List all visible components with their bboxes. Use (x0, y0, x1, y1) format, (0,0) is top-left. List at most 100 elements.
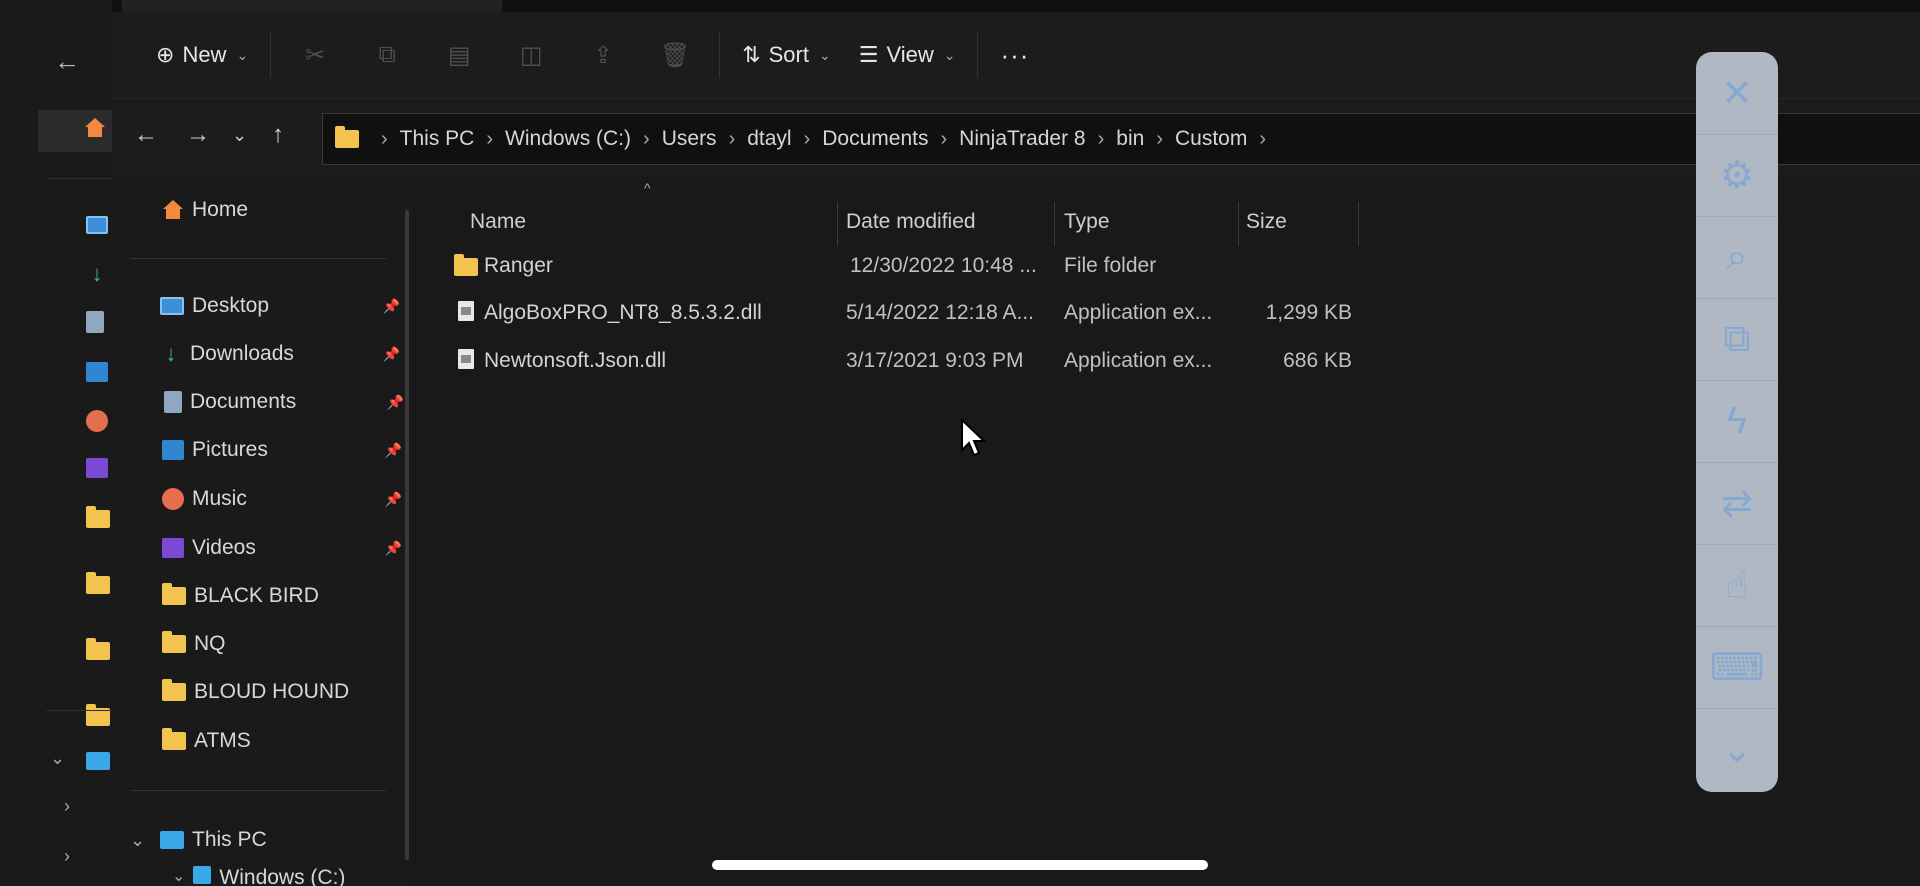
pin-icon[interactable]: 📌 (387, 394, 404, 411)
chevron-right-icon[interactable]: › (381, 128, 388, 151)
zoom-icon[interactable]: ⌕ (1696, 216, 1778, 298)
nav-item-pictures[interactable]: Pictures 📌 (162, 432, 402, 468)
pin-icon[interactable]: 📌 (383, 298, 400, 315)
nav-item-desktop[interactable]: Desktop 📌 (160, 288, 400, 324)
breadcrumb-custom[interactable]: Custom (1175, 127, 1247, 151)
folder-icon[interactable] (86, 506, 110, 528)
home-indicator[interactable] (712, 860, 1208, 870)
copy-icon[interactable]: ⧉ (351, 30, 423, 80)
chevron-right-icon[interactable]: › (64, 796, 70, 817)
divider (130, 258, 386, 259)
background-back-icon[interactable]: ← (54, 46, 80, 77)
documents-icon[interactable] (86, 311, 104, 333)
chevron-right-icon[interactable]: › (729, 128, 736, 151)
nav-item-music[interactable]: Music 📌 (162, 481, 402, 517)
chevron-down-icon[interactable]: ⌄ (130, 830, 152, 851)
column-divider[interactable] (1054, 202, 1055, 246)
nav-item-videos[interactable]: Videos 📌 (162, 530, 402, 566)
breadcrumb-dtayl[interactable]: dtayl (747, 127, 791, 151)
nav-item-windows-drive[interactable]: ⌄ Windows (C:) (172, 866, 412, 886)
breadcrumb-ninjatrader-8[interactable]: NinjaTrader 8 (959, 127, 1085, 151)
nav-item-label: NQ (194, 632, 226, 655)
paste-icon[interactable]: ▤ (423, 30, 495, 80)
title-tab[interactable] (122, 0, 502, 12)
this-pc-icon[interactable] (86, 752, 110, 770)
breadcrumb-windows-c[interactable]: Windows (C:) (505, 127, 631, 151)
column-divider[interactable] (837, 202, 838, 246)
nav-item-downloads[interactable]: ↓ Downloads 📌 (160, 336, 401, 372)
up-icon[interactable]: ↑ (272, 121, 284, 149)
share-icon[interactable]: ⇪ (567, 30, 639, 80)
downloads-icon[interactable]: ↓ (86, 263, 108, 285)
nav-item-this-pc[interactable]: ⌄ This PC (130, 822, 370, 858)
this-pc-icon (160, 831, 184, 849)
gear-icon[interactable]: ⚙ (1696, 134, 1778, 216)
address-bar[interactable]: › This PC › Windows (C:) › Users › dtayl… (322, 113, 1920, 165)
folder-icon[interactable] (86, 572, 110, 594)
column-header-type[interactable]: Type (1064, 200, 1110, 244)
file-row-algoboxpro[interactable]: AlgoBoxPRO_NT8_8.5.3.2.dll 5/14/2022 12:… (412, 293, 1412, 333)
chevron-right-icon[interactable]: › (940, 128, 947, 151)
pin-icon[interactable]: 📌 (385, 442, 402, 459)
chevron-down-icon[interactable]: ⌄ (50, 748, 65, 769)
lightning-icon[interactable]: ϟ (1696, 380, 1778, 462)
pin-icon[interactable]: 📌 (385, 491, 402, 508)
background-window: ← ↓ ⌄ › › (0, 0, 112, 886)
chevron-right-icon[interactable]: › (1156, 128, 1163, 151)
chevron-right-icon[interactable]: › (1259, 128, 1266, 151)
chevron-right-icon[interactable]: › (804, 128, 811, 151)
column-header-size[interactable]: Size (1246, 200, 1287, 244)
chevron-right-icon[interactable]: › (486, 128, 493, 151)
nav-item-home[interactable]: Home (162, 192, 402, 228)
breadcrumb-documents[interactable]: Documents (822, 127, 928, 151)
close-icon[interactable]: ✕ (1696, 52, 1778, 134)
file-type: Application ex... (1064, 301, 1213, 324)
music-icon[interactable] (86, 410, 108, 432)
file-row-newtonsoft[interactable]: Newtonsoft.Json.dll 3/17/2021 9:03 PM Ap… (412, 341, 1412, 381)
chevron-down-icon[interactable]: ⌄ (172, 866, 185, 886)
pin-icon[interactable]: 📌 (385, 540, 402, 557)
file-date: 5/14/2022 12:18 A... (846, 301, 1034, 324)
folder-icon[interactable] (86, 638, 110, 660)
nav-item-documents[interactable]: Documents 📌 (164, 384, 404, 420)
delete-icon[interactable]: 🗑 (639, 30, 711, 80)
transfer-icon[interactable]: ⇄ (1696, 462, 1778, 544)
nav-item-atms[interactable]: ATMS (162, 723, 402, 759)
pin-icon[interactable]: 📌 (383, 346, 400, 363)
chevron-right-icon[interactable]: › (1098, 128, 1105, 151)
nav-item-black-bird[interactable]: BLACK BIRD (162, 578, 402, 614)
file-row-ranger[interactable]: Ranger 12/30/2022 10:48 ... File folder (412, 246, 1412, 286)
background-home-row[interactable] (38, 110, 112, 152)
column-header-name[interactable]: Name (470, 200, 526, 244)
cut-icon[interactable]: ✂ (279, 30, 351, 80)
view-button-label: View (886, 42, 934, 67)
recent-locations-icon[interactable]: ⌄ (232, 125, 247, 146)
back-icon[interactable]: ← (134, 121, 158, 149)
videos-icon[interactable] (86, 458, 108, 478)
chevron-down-icon[interactable]: ⌄ (1696, 708, 1778, 790)
monitors-icon[interactable]: ⧉ (1696, 298, 1778, 380)
column-header-date-modified[interactable]: Date modified (846, 200, 976, 244)
new-button[interactable]: ⊕ New ⌄ (142, 30, 262, 80)
more-options-button[interactable]: ··· (986, 30, 1043, 80)
breadcrumb-this-pc[interactable]: This PC (400, 127, 475, 151)
forward-icon[interactable]: → (186, 121, 210, 149)
nav-item-label: Documents (190, 390, 297, 413)
rename-icon[interactable]: ◫ (495, 30, 567, 80)
chevron-right-icon[interactable]: › (643, 128, 650, 151)
desktop-icon[interactable] (86, 216, 108, 234)
touch-icon[interactable]: ☝ (1696, 544, 1778, 626)
breadcrumb-bin[interactable]: bin (1116, 127, 1144, 151)
navigation-scrollbar[interactable] (405, 210, 409, 860)
column-divider[interactable] (1238, 202, 1239, 246)
nav-item-bloud-hound[interactable]: BLOUD HOUND (162, 674, 402, 710)
pictures-icon[interactable] (86, 362, 108, 382)
sort-button[interactable]: ⇅ Sort ⌄ (728, 30, 845, 80)
file-type: File folder (1064, 254, 1157, 277)
chevron-right-icon[interactable]: › (64, 846, 70, 867)
nav-item-nq[interactable]: NQ (162, 626, 402, 662)
breadcrumb-users[interactable]: Users (662, 127, 717, 151)
view-button[interactable]: ☰ View ⌄ (845, 30, 970, 80)
keyboard-icon[interactable]: ⌨ (1696, 626, 1778, 708)
column-divider[interactable] (1358, 202, 1359, 246)
